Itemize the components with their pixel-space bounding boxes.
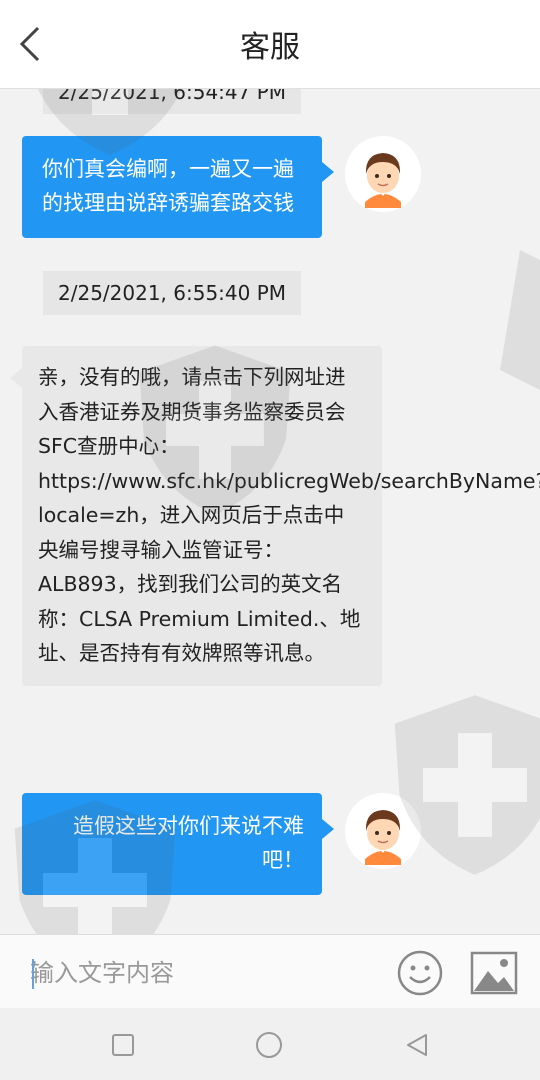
message-line: 造假这些对你们来说不难 (73, 814, 304, 838)
system-nav-bar (0, 1008, 540, 1080)
timestamp: 2/25/2021, 6:55:40 PM (43, 271, 302, 315)
message-line: 称：CLSA Premium Limited.、地 (38, 606, 361, 631)
emoji-icon (397, 950, 443, 996)
emoji-button[interactable] (396, 949, 444, 997)
message-link-line[interactable]: https://www.sfc.hk/publicregWeb/searchBy… (38, 464, 540, 499)
message-input-bar: 输入文字内容 (0, 934, 540, 1009)
user-avatar[interactable] (345, 136, 421, 212)
user-message-bubble[interactable]: 造假这些对你们来说不难 吧！ (22, 793, 334, 895)
message-line: 入香港证券及期货事务监察委员会 (38, 399, 346, 424)
recent-apps-button[interactable] (108, 1030, 138, 1060)
message-line: locale=zh，进入网页后于点击中 (38, 503, 345, 527)
user-message-bubble[interactable]: 你们真会编啊，一遍又一遍 的找理由说辞诱骗套路交钱 (22, 136, 334, 238)
text-caret (32, 959, 34, 989)
square-nav-icon (112, 1034, 134, 1056)
message-line: 吧！ (262, 848, 304, 872)
home-button[interactable] (254, 1030, 284, 1060)
image-button[interactable] (470, 951, 518, 995)
image-icon (470, 951, 518, 995)
message-line: 你们真会编啊，一遍又一遍 (42, 157, 294, 181)
chat-area[interactable]: 2/25/2021, 6:54:47 PM 你们真会编啊，一遍又一遍 的找理由说… (0, 88, 540, 934)
avatar-icon (346, 794, 420, 868)
message-line: ALB893，找到我们公司的英文名 (38, 572, 343, 596)
user-avatar[interactable] (345, 793, 421, 869)
triangle-back-icon (407, 1034, 427, 1056)
message-line: SFC查册中心： (38, 434, 180, 458)
page-title: 客服 (240, 30, 300, 65)
message-input[interactable]: 输入文字内容 (30, 955, 370, 991)
message-line: 的找理由说辞诱骗套路交钱 (42, 191, 294, 215)
message-line: 央编号搜寻输入监管证号： (38, 537, 284, 562)
system-back-button[interactable] (402, 1030, 432, 1060)
top-bar: 客服 (0, 0, 540, 89)
avatar-icon (346, 137, 420, 211)
agent-message-bubble[interactable]: 亲，没有的哦，请点击下列网址进 入香港证券及期货事务监察委员会 SFC查册中心：… (10, 346, 540, 686)
timestamp: 2/25/2021, 6:54:47 PM (43, 88, 302, 114)
circle-nav-icon (256, 1032, 282, 1058)
message-line: 亲，没有的哦，请点击下列网址进 (38, 365, 346, 389)
message-line: 址、是否持有有效牌照等讯息。 (38, 641, 325, 665)
